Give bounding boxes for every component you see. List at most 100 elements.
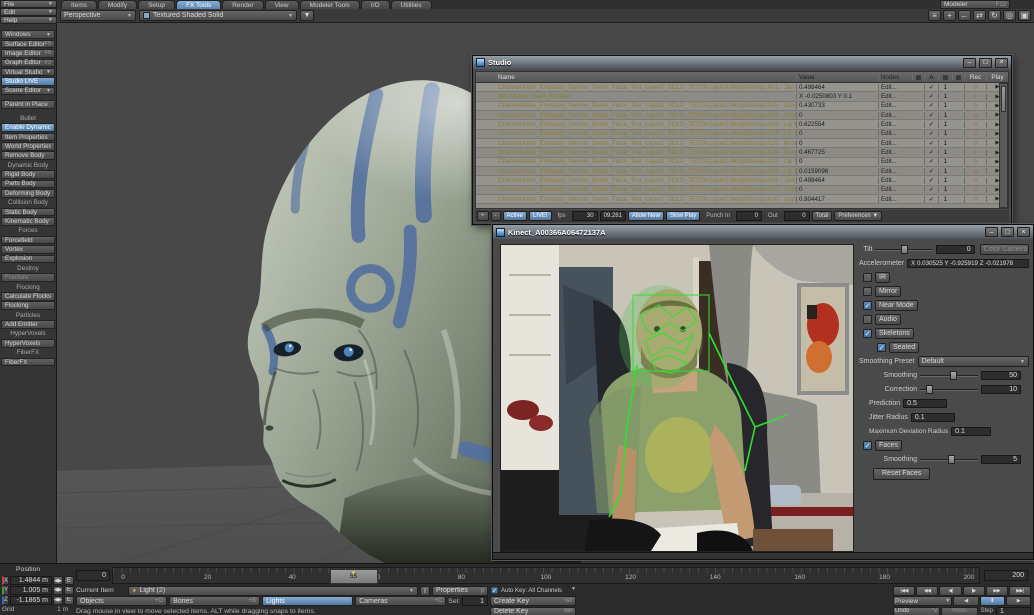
correction-slider[interactable] (920, 385, 978, 394)
close-button[interactable]: × (1017, 227, 1030, 237)
redo-button[interactable]: Redo (941, 607, 977, 615)
record-toggle[interactable]: ○ (964, 140, 986, 147)
properties-button[interactable]: Properties p (432, 586, 488, 596)
record-toggle[interactable]: ○ (964, 177, 986, 184)
tab[interactable]: Items (61, 0, 97, 9)
active-check[interactable]: ✓ (924, 140, 938, 147)
prediction-value[interactable]: 0.5 (903, 399, 947, 408)
channel-value[interactable]: 0.498464 (796, 84, 878, 91)
maximize-button[interactable]: □ (979, 58, 992, 68)
create-key-button[interactable]: Create Keyret (490, 596, 576, 606)
studio-footer-button[interactable]: 30 (572, 211, 598, 221)
sidebar-item[interactable]: Deforming Body ▼ (1, 189, 55, 198)
sidebar-item[interactable]: Flocking ▼ (1, 301, 55, 310)
transport-button[interactable]: ▶▶| (1009, 586, 1031, 596)
step-value[interactable]: 1 (996, 607, 1031, 615)
faces-smoothing-slider[interactable] (920, 455, 978, 464)
studio-footer-button[interactable]: 0 (784, 211, 810, 221)
tab[interactable]: Utilities (391, 0, 432, 9)
studio-footer-button[interactable]: Slow Play (666, 211, 700, 221)
active-check[interactable]: ✓ (924, 168, 938, 175)
record-toggle[interactable]: ○ (964, 130, 986, 137)
scrollbar-thumb[interactable] (1001, 86, 1006, 112)
studio-footer-button[interactable]: Punch In (702, 211, 734, 221)
channel-row[interactable]: Channel Alien_Emissary_Nevron_Demo_Facia… (476, 102, 1008, 111)
channel-value[interactable]: 0.430733 (796, 102, 878, 109)
edit-nodes-button[interactable]: Edit... (878, 158, 912, 165)
position-title[interactable]: Position (2, 566, 40, 575)
envelope-y-button[interactable]: E (64, 586, 74, 595)
tab[interactable]: Render (222, 0, 263, 9)
auto-key-label[interactable]: Auto Key: All Channels (501, 586, 562, 596)
preview-dropdown[interactable]: Preview▼ (893, 596, 952, 606)
active-check[interactable]: ✓ (924, 102, 938, 109)
active-check[interactable]: ✓ (924, 177, 938, 184)
edit-nodes-button[interactable]: Edit... (878, 121, 912, 128)
item-type-button[interactable]: Cameras +C (355, 596, 446, 606)
channel-row[interactable]: Channel Alien_Emissary_Nevron_Demo_Facia… (476, 139, 1008, 148)
record-toggle[interactable]: ○ (964, 168, 986, 175)
checkbox[interactable] (863, 329, 872, 338)
sidebar-item[interactable]: Explosion ▼ (1, 255, 55, 264)
toggle-button[interactable]: IR (875, 272, 890, 283)
help-menu[interactable]: Help▼ (0, 16, 57, 24)
studio-footer-button[interactable]: + (477, 211, 489, 221)
channel-value[interactable]: 0 (796, 112, 878, 119)
record-toggle[interactable]: ○ (964, 93, 986, 100)
sidebar-item[interactable]: Surface Editor F5 ▼ (1, 40, 55, 49)
active-check[interactable]: ✓ (924, 84, 938, 91)
viewport-nav-icon[interactable]: ≡ (928, 10, 941, 21)
delete-key-button[interactable]: Delete Keydel (490, 607, 576, 615)
sidebar-item[interactable]: FiberFX ▼ (1, 358, 55, 367)
table-scrollbar[interactable] (999, 83, 1008, 208)
sidebar-item[interactable]: Remove Body ▼ (1, 151, 55, 160)
kinect-titlebar[interactable]: Kinect_A00366A06472137A – □ × (493, 225, 1033, 239)
channel-value[interactable]: 0 (796, 186, 878, 193)
sidebar-item[interactable]: Add Emitter ▼ (1, 320, 55, 329)
pause-button[interactable]: II (980, 596, 1005, 606)
minimize-button[interactable]: – (963, 58, 976, 68)
edit-nodes-button[interactable]: Edit... (878, 84, 912, 91)
sidebar-item[interactable]: Studio LIVE ▼ (1, 77, 55, 86)
item-type-button[interactable]: Lights +L (262, 596, 353, 606)
toggle-button[interactable]: Audio (875, 314, 901, 325)
toggle-button[interactable]: Mirror (875, 286, 901, 297)
smoothing-value[interactable]: 50 (981, 371, 1021, 380)
channel-row[interactable]: Channel Alien_Emissary_Nevron_Demo_Facia… (476, 158, 1008, 167)
sidebar-item[interactable]: Windows ▼ (1, 30, 55, 39)
sidebar-item[interactable]: World Properties ▼ (1, 142, 55, 151)
jitter-radius-value[interactable]: 0.1 (911, 413, 955, 422)
checkbox[interactable] (863, 273, 872, 282)
record-toggle[interactable]: ○ (964, 149, 986, 156)
item-list-button[interactable]: ▯ (420, 586, 430, 596)
correction-value[interactable]: 10 (981, 385, 1021, 394)
record-toggle[interactable]: ○ (964, 186, 986, 193)
record-toggle[interactable]: ○ (964, 112, 986, 119)
modeler-button[interactable]: Modeler F12 (940, 0, 1010, 9)
studio-footer-button[interactable]: Active (503, 211, 527, 221)
frame-start-field[interactable]: 0 (76, 570, 110, 581)
active-check[interactable]: ✓ (924, 196, 938, 203)
color-camera-button[interactable]: Color Camera (980, 244, 1029, 255)
edit-nodes-button[interactable]: Edit... (878, 149, 912, 156)
current-item-dropdown[interactable]: ★ Light (2) ▼ (128, 586, 418, 596)
channel-row[interactable]: Channel Alien_Emissary_Nevron_Demo_Facia… (476, 148, 1008, 157)
reset-faces-button[interactable]: Reset Faces (873, 468, 930, 480)
channel-value[interactable]: 0 (796, 140, 878, 147)
play-reverse-button[interactable]: ◀ (953, 596, 978, 606)
sidebar-item[interactable]: Image Editor F6 ▼ (1, 49, 55, 58)
studio-footer-button[interactable]: LIVE! (529, 211, 552, 221)
faces-toggle-button[interactable]: Faces (875, 440, 902, 451)
transport-button[interactable]: |◀◀ (893, 586, 915, 596)
faces-smoothing-value[interactable]: 5 (981, 455, 1021, 464)
envelope-z-button[interactable]: E (64, 596, 74, 605)
spinner-y[interactable]: ◀▶ (53, 586, 63, 595)
channel-row[interactable]: Channel Alien_Emissary_Nevron_Demo_Facia… (476, 111, 1008, 120)
smoothing-preset-dropdown[interactable]: Default ▼ (918, 356, 1029, 367)
channel-value[interactable]: 0.904417 (796, 196, 878, 203)
record-toggle[interactable]: ○ (964, 84, 986, 91)
tab[interactable]: Modeler Tools (300, 0, 360, 9)
sidebar-item[interactable]: Rigid Body ▼ (1, 170, 55, 179)
sidebar-item[interactable]: HyperVoxels ▼ (1, 339, 55, 348)
edit-nodes-button[interactable]: Edit... (878, 177, 912, 184)
